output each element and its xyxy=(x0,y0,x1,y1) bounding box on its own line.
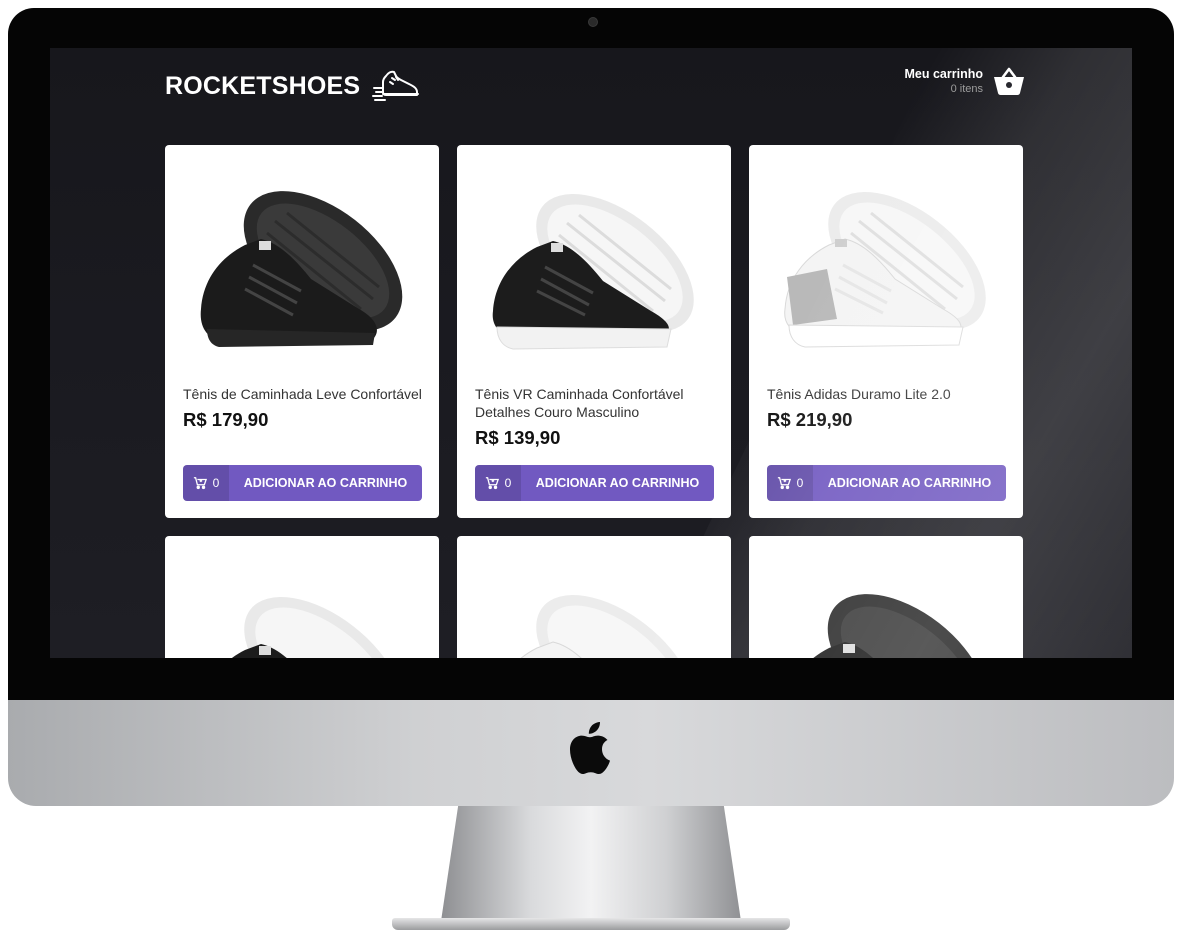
logo-text: ROCKETSHOES xyxy=(165,71,361,100)
add-to-cart-button[interactable]: 0 ADICIONAR AO CARRINHO xyxy=(767,465,1006,501)
camera-icon xyxy=(588,17,598,27)
cart-quantity: 0 xyxy=(183,465,229,501)
cart-title: Meu carrinho xyxy=(904,67,984,81)
add-to-cart-button[interactable]: 0 ADICIONAR AO CARRINHO xyxy=(475,465,714,501)
add-to-cart-label: ADICIONAR AO CARRINHO xyxy=(827,476,992,490)
product-image xyxy=(200,191,403,347)
header: ROCKETSHOES Meu carrinho 0 itens xyxy=(165,62,1025,112)
add-to-cart-label: ADICIONAR AO CARRINHO xyxy=(535,476,700,490)
logo-link[interactable]: ROCKETSHOES xyxy=(165,68,420,104)
add-shopping-cart-icon xyxy=(193,477,207,490)
product-image xyxy=(784,192,986,348)
add-to-cart-button[interactable]: 0 ADICIONAR AO CARRINHO xyxy=(183,465,422,501)
cart-count: 0 itens xyxy=(950,83,983,95)
product-card xyxy=(165,536,439,658)
product-image xyxy=(813,594,987,658)
apple-logo-icon xyxy=(570,722,610,774)
product-price: R$ 139,90 xyxy=(475,427,561,448)
monitor-foot xyxy=(392,918,790,930)
cart-quantity: 0 xyxy=(475,465,521,501)
product-card xyxy=(457,536,731,658)
product-image xyxy=(520,595,694,658)
product-name: Tênis Adidas Duramo Lite 2.0 xyxy=(767,386,951,402)
product-name: Tênis VR Caminhada Confortável Detalhes … xyxy=(475,386,684,420)
running-shoe-icon xyxy=(372,70,420,101)
screen: ROCKETSHOES Meu carrinho 0 itens Tênis d… xyxy=(50,48,1132,658)
cart-texts: Meu carrinho 0 itens xyxy=(905,67,984,95)
monitor-stand xyxy=(440,806,742,928)
product-price: R$ 219,90 xyxy=(767,409,853,430)
basket-icon xyxy=(994,67,1024,95)
product-card: Tênis Adidas Duramo Lite 2.0 R$ 219,90 0… xyxy=(749,145,1023,518)
cart-quantity-value: 0 xyxy=(212,476,220,490)
product-image xyxy=(231,597,402,658)
product-price: R$ 179,90 xyxy=(183,409,269,430)
product-list: Tênis de Caminhada Leve Confortável R$ 1… xyxy=(165,145,1023,658)
add-shopping-cart-icon xyxy=(777,477,791,490)
cart-quantity: 0 xyxy=(767,465,813,501)
cart-quantity-value: 0 xyxy=(796,476,804,490)
product-name: Tênis de Caminhada Leve Confortável xyxy=(183,386,422,402)
add-shopping-cart-icon xyxy=(485,477,499,490)
cart-link[interactable]: Meu carrinho 0 itens xyxy=(905,66,1026,96)
product-card: Tênis VR Caminhada Confortável Detalhes … xyxy=(457,145,731,518)
add-to-cart-label: ADICIONAR AO CARRINHO xyxy=(243,476,408,490)
product-image xyxy=(492,194,694,350)
product-card: Tênis de Caminhada Leve Confortável R$ 1… xyxy=(165,145,439,518)
product-card xyxy=(749,536,1023,658)
app: ROCKETSHOES Meu carrinho 0 itens Tênis d… xyxy=(165,48,1025,658)
cart-quantity-value: 0 xyxy=(504,476,512,490)
